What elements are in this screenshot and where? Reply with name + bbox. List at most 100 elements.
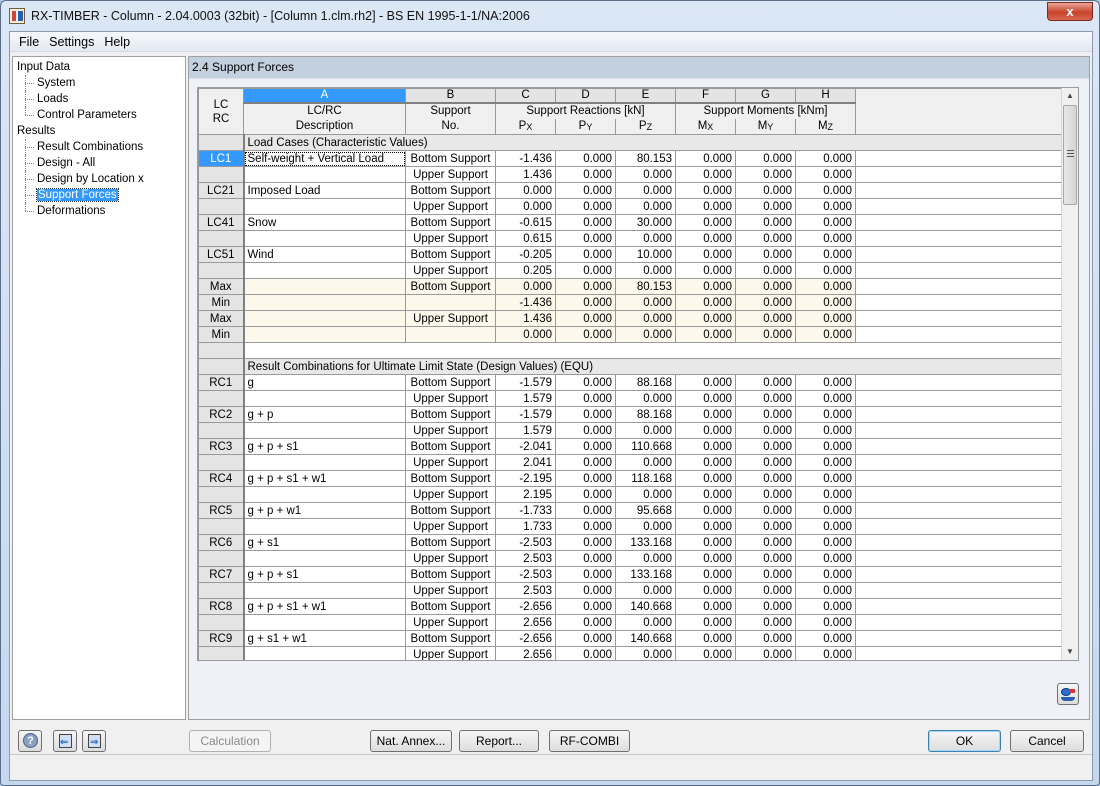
row-header[interactable]: RC4	[198, 470, 245, 487]
value-mx-cell[interactable]: 0.000	[675, 582, 736, 599]
value-py-cell[interactable]: 0.000	[555, 246, 616, 263]
column-c-header[interactable]: C	[495, 88, 556, 104]
value-py-cell[interactable]: 0.000	[555, 582, 616, 599]
value-mz-cell[interactable]: 0.000	[795, 182, 856, 199]
description-cell[interactable]: Imposed Load	[243, 182, 406, 199]
value-mx-cell[interactable]: 0.000	[675, 534, 736, 551]
value-px-cell[interactable]: 1.436	[495, 310, 556, 327]
value-px-cell[interactable]: -0.205	[495, 246, 556, 263]
support-cell[interactable]: Upper Support	[405, 422, 496, 439]
description-cell[interactable]: g + p + s1	[243, 566, 406, 583]
value-px-cell[interactable]: -0.615	[495, 214, 556, 231]
value-mx-cell[interactable]: 0.000	[675, 246, 736, 263]
description-cell[interactable]: g + p	[243, 406, 406, 423]
row-header[interactable]: RC7	[198, 566, 245, 583]
value-mz-cell[interactable]: 0.000	[795, 422, 856, 439]
value-my-cell[interactable]: 0.000	[735, 550, 796, 567]
value-py-cell[interactable]: 0.000	[555, 214, 616, 231]
ok-button[interactable]: OK	[928, 730, 1001, 752]
description-cell[interactable]	[243, 198, 406, 215]
value-mx-cell[interactable]: 0.000	[675, 550, 736, 567]
support-cell[interactable]: Upper Support	[405, 454, 496, 471]
description-cell[interactable]: g + p + s1 + w1	[243, 598, 406, 615]
row-header[interactable]: Max	[198, 310, 245, 327]
support-cell[interactable]: Upper Support	[405, 486, 496, 503]
row-header[interactable]	[198, 550, 245, 567]
value-pz-cell[interactable]: 0.000	[615, 646, 676, 660]
value-py-cell[interactable]: 0.000	[555, 470, 616, 487]
nav-item-result-combinations[interactable]: Result Combinations	[13, 139, 185, 155]
value-py-cell[interactable]: 0.000	[555, 646, 616, 660]
description-cell[interactable]	[243, 310, 406, 327]
value-pz-cell[interactable]: 0.000	[615, 422, 676, 439]
value-my-cell[interactable]: 0.000	[735, 214, 796, 231]
row-header[interactable]	[198, 614, 245, 631]
value-my-cell[interactable]: 0.000	[735, 326, 796, 343]
column-a-header[interactable]: A	[243, 88, 406, 104]
value-py-cell[interactable]: 0.000	[555, 166, 616, 183]
description-cell[interactable]: g	[243, 374, 406, 391]
display-options-button[interactable]	[1057, 683, 1079, 705]
value-my-cell[interactable]: 0.000	[735, 454, 796, 471]
description-cell[interactable]: Snow	[243, 214, 406, 231]
value-mz-cell[interactable]: 0.000	[795, 518, 856, 535]
value-px-cell[interactable]: 1.579	[495, 422, 556, 439]
support-cell[interactable]: Upper Support	[405, 230, 496, 247]
row-header[interactable]	[198, 422, 245, 439]
row-header[interactable]	[198, 390, 245, 407]
vertical-scrollbar[interactable]: ▲ ▼	[1061, 88, 1078, 660]
value-px-cell[interactable]: 2.656	[495, 646, 556, 660]
value-pz-cell[interactable]: 0.000	[615, 166, 676, 183]
value-mz-cell[interactable]: 0.000	[795, 454, 856, 471]
support-cell[interactable]: Upper Support	[405, 614, 496, 631]
value-my-cell[interactable]: 0.000	[735, 566, 796, 583]
value-mx-cell[interactable]: 0.000	[675, 502, 736, 519]
row-header[interactable]	[198, 342, 245, 359]
value-py-cell[interactable]: 0.000	[555, 262, 616, 279]
description-cell[interactable]	[243, 262, 406, 279]
report-button[interactable]: Report...	[459, 730, 539, 752]
menu-help[interactable]: Help	[99, 35, 135, 49]
value-mx-cell[interactable]: 0.000	[675, 566, 736, 583]
description-cell[interactable]: Self-weight + Vertical Load	[243, 150, 406, 167]
value-px-cell[interactable]: -2.041	[495, 438, 556, 455]
value-pz-cell[interactable]: 80.153	[615, 278, 676, 295]
value-mx-cell[interactable]: 0.000	[675, 374, 736, 391]
value-px-cell[interactable]: 0.000	[495, 278, 556, 295]
support-cell[interactable]: Upper Support	[405, 262, 496, 279]
rf-combi-button[interactable]: RF-COMBI	[549, 730, 630, 752]
row-header[interactable]: RC2	[198, 406, 245, 423]
value-my-cell[interactable]: 0.000	[735, 534, 796, 551]
value-px-cell[interactable]: -2.195	[495, 470, 556, 487]
value-my-cell[interactable]: 0.000	[735, 438, 796, 455]
support-cell[interactable]: Upper Support	[405, 198, 496, 215]
value-mx-cell[interactable]: 0.000	[675, 630, 736, 647]
value-mz-cell[interactable]: 0.000	[795, 630, 856, 647]
support-cell[interactable]: Bottom Support	[405, 470, 496, 487]
value-px-cell[interactable]: -2.503	[495, 534, 556, 551]
support-cell[interactable]: Bottom Support	[405, 566, 496, 583]
value-my-cell[interactable]: 0.000	[735, 486, 796, 503]
value-px-cell[interactable]: 2.195	[495, 486, 556, 503]
row-header[interactable]	[198, 646, 245, 660]
next-window-button[interactable]: ⇒	[82, 730, 106, 752]
description-cell[interactable]	[243, 230, 406, 247]
value-mz-cell[interactable]: 0.000	[795, 166, 856, 183]
value-mz-cell[interactable]: 0.000	[795, 438, 856, 455]
description-cell[interactable]	[243, 614, 406, 631]
nat-annex-button[interactable]: Nat. Annex...	[370, 730, 452, 752]
value-mx-cell[interactable]: 0.000	[675, 310, 736, 327]
value-pz-cell[interactable]: 118.168	[615, 470, 676, 487]
value-mz-cell[interactable]: 0.000	[795, 566, 856, 583]
value-py-cell[interactable]: 0.000	[555, 310, 616, 327]
value-py-cell[interactable]: 0.000	[555, 406, 616, 423]
value-mx-cell[interactable]: 0.000	[675, 406, 736, 423]
value-px-cell[interactable]: 0.205	[495, 262, 556, 279]
nav-item-design-by-location[interactable]: Design by Location x	[13, 171, 185, 187]
scroll-thumb[interactable]	[1063, 105, 1077, 205]
description-cell[interactable]: Wind	[243, 246, 406, 263]
support-cell[interactable]: Bottom Support	[405, 246, 496, 263]
value-px-cell[interactable]: -1.579	[495, 406, 556, 423]
value-my-cell[interactable]: 0.000	[735, 422, 796, 439]
menu-file[interactable]: File	[14, 35, 44, 49]
